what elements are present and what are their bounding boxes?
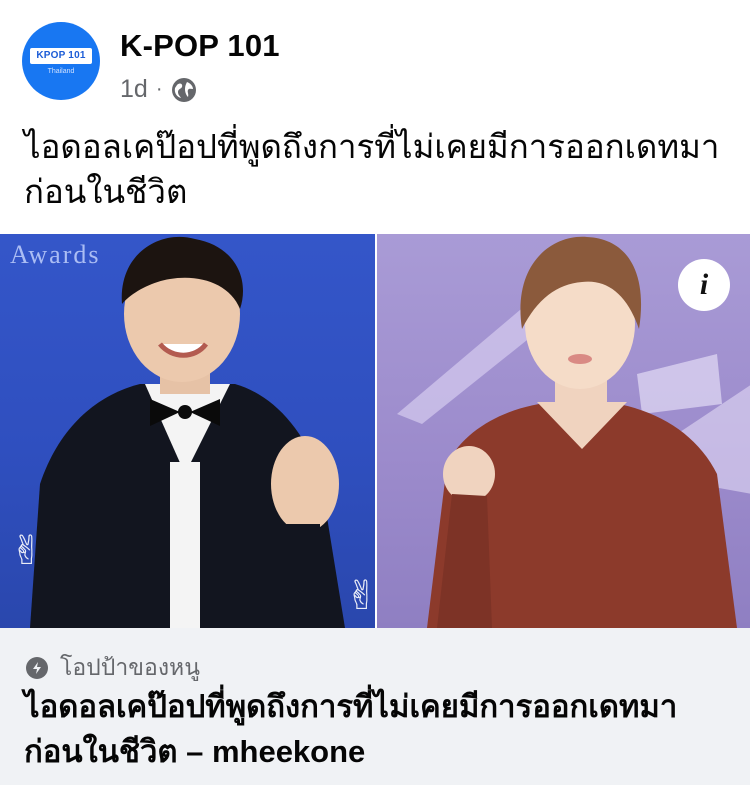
page-avatar[interactable]: KPOP 101 Thailand (22, 22, 100, 100)
svg-text:✌: ✌ (345, 573, 375, 619)
link-title-line: ไอดอลเคป๊อปที่พูดถึงการที่ไม่เคยมีการออก… (24, 689, 678, 724)
link-title[interactable]: ไอดอลเคป๊อปที่พูดถึงการที่ไม่เคยมีการออก… (24, 684, 724, 774)
post-text-line: ไอดอลเคป๊อปที่พูดถึงการที่ไม่เคยมีการออก… (24, 128, 720, 165)
post-text-line: ก่อนในชีวิต (24, 173, 188, 210)
meta-separator: · (155, 78, 163, 100)
photo-right: i (375, 234, 750, 628)
post-header: KPOP 101 Thailand K-POP 101 1d · (22, 22, 722, 104)
link-domain: โอปป้าของหนู (26, 650, 200, 686)
post-meta: 1d · (120, 75, 198, 104)
photo-left: Awards ✌ ✌ (0, 234, 375, 628)
link-title-line: ก่อนในชีวิต – mheekone (24, 734, 366, 769)
info-icon[interactable]: i (678, 259, 730, 311)
post-text: ไอดอลเคป๊อปที่พูดถึงการที่ไม่เคยมีการออก… (24, 124, 734, 214)
post-timestamp[interactable]: 1d (120, 75, 148, 104)
avatar-logo-text: KPOP 101 (30, 47, 92, 64)
post-image[interactable]: Awards ✌ ✌ i (0, 234, 750, 628)
bolt-icon (26, 657, 48, 679)
link-domain-label: โอปป้าของหนู (60, 654, 200, 680)
globe-icon (170, 76, 198, 104)
link-preview-card[interactable]: โอปป้าของหนู ไอดอลเคป๊อปที่พูดถึงการที่ไ… (0, 628, 750, 785)
avatar-logo-subtext: Thailand (47, 67, 75, 75)
page-name[interactable]: K-POP 101 (120, 28, 280, 64)
